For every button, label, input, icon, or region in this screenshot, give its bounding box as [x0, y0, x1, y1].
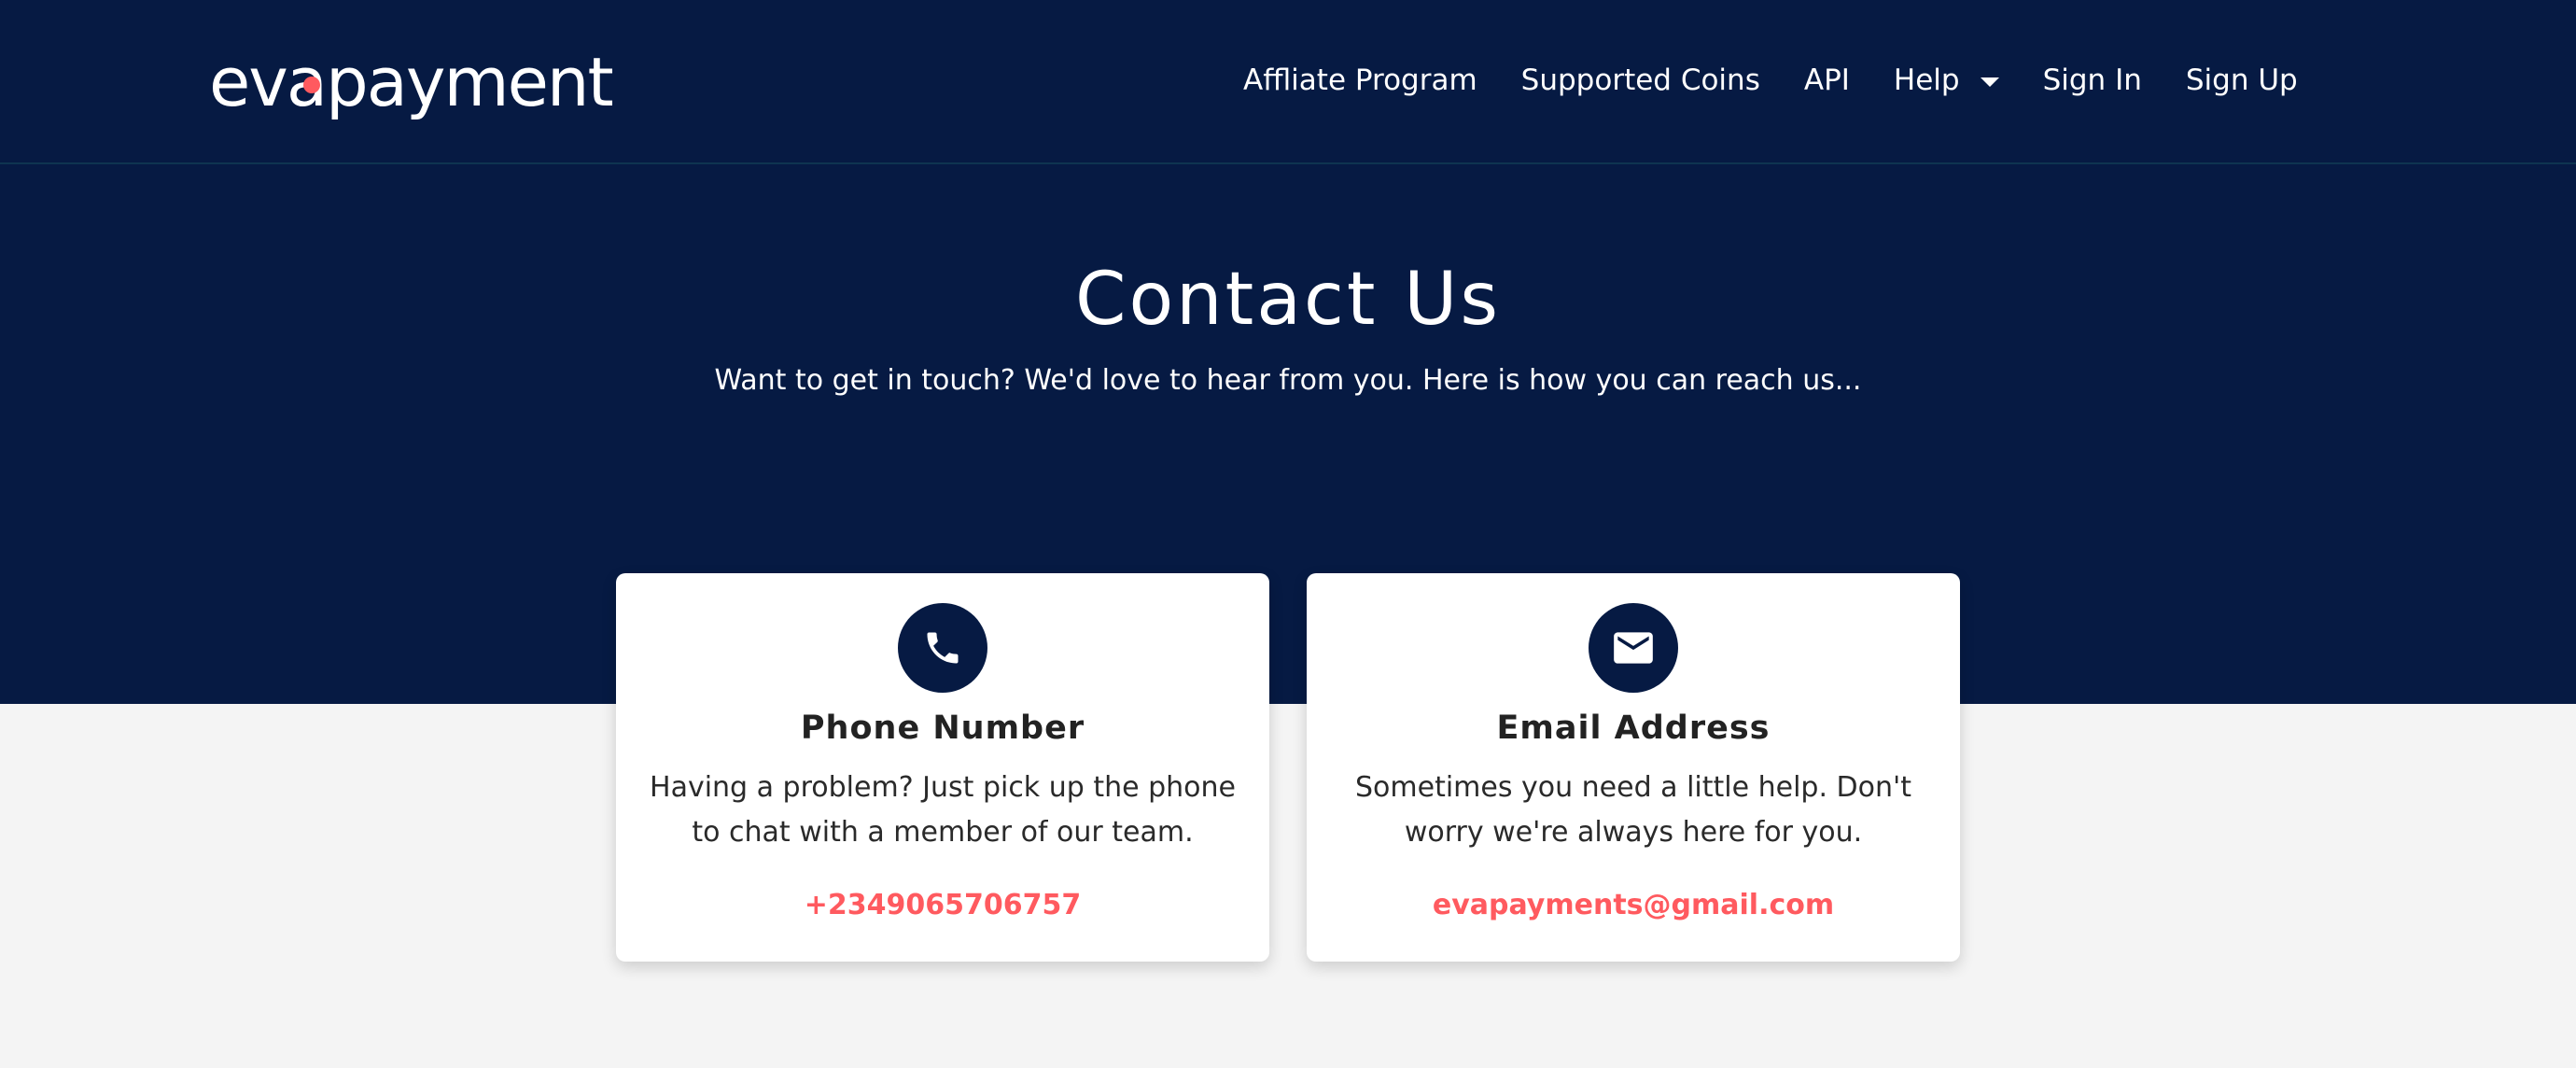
- nav-label: Supported Coins: [1520, 63, 1760, 97]
- logo-text-graphic: evapayment: [209, 44, 615, 121]
- svg-text:evapayment: evapayment: [209, 44, 613, 121]
- nav-label: API: [1803, 63, 1850, 97]
- hero-section: Contact Us Want to get in touch? We'd lo…: [0, 164, 2576, 704]
- top-navbar: evapayment Affliate Program Supported Co…: [0, 0, 2576, 164]
- email-contact-card: Email Address Sometimes you need a littl…: [1307, 573, 1960, 962]
- nav-label: Help: [1893, 63, 1960, 97]
- email-card-title: Email Address: [1496, 710, 1771, 747]
- evapayment-logo[interactable]: evapayment: [209, 44, 638, 125]
- phone-icon-graphic: [927, 632, 959, 664]
- nav-supported-coins[interactable]: Supported Coins: [1521, 63, 1760, 97]
- phone-icon: [898, 603, 987, 693]
- phone-card-description: Having a problem? Just pick up the phone…: [650, 771, 1236, 849]
- nav-label: Sign Up: [2185, 63, 2298, 97]
- nav-help-dropdown[interactable]: Help: [1894, 63, 1999, 97]
- main-nav: Affliate Program Supported Coins API Hel…: [1243, 54, 2298, 106]
- page-subtitle: Want to get in touch? We'd love to hear …: [714, 364, 1862, 397]
- caret-down-icon: [1980, 77, 1999, 87]
- phone-number-link[interactable]: +2349065706757: [616, 889, 1269, 921]
- email-card-description: Sometimes you need a little help. Don't …: [1354, 771, 1912, 849]
- nav-sign-in[interactable]: Sign In: [2043, 63, 2142, 97]
- nav-label: Sign In: [2042, 63, 2142, 97]
- nav-affiliate-program[interactable]: Affliate Program: [1243, 63, 1477, 97]
- envelope-icon: [1589, 603, 1678, 693]
- nav-api[interactable]: API: [1804, 63, 1850, 97]
- nav-label: Affliate Program: [1243, 63, 1477, 97]
- envelope-icon-graphic: [1614, 632, 1653, 664]
- phone-contact-card: Phone Number Having a problem? Just pick…: [616, 573, 1269, 962]
- phone-card-title: Phone Number: [800, 710, 1085, 747]
- email-address-link[interactable]: evapayments@gmail.com: [1307, 889, 1960, 921]
- page-title: Contact Us: [1075, 258, 1501, 342]
- nav-sign-up[interactable]: Sign Up: [2186, 63, 2298, 97]
